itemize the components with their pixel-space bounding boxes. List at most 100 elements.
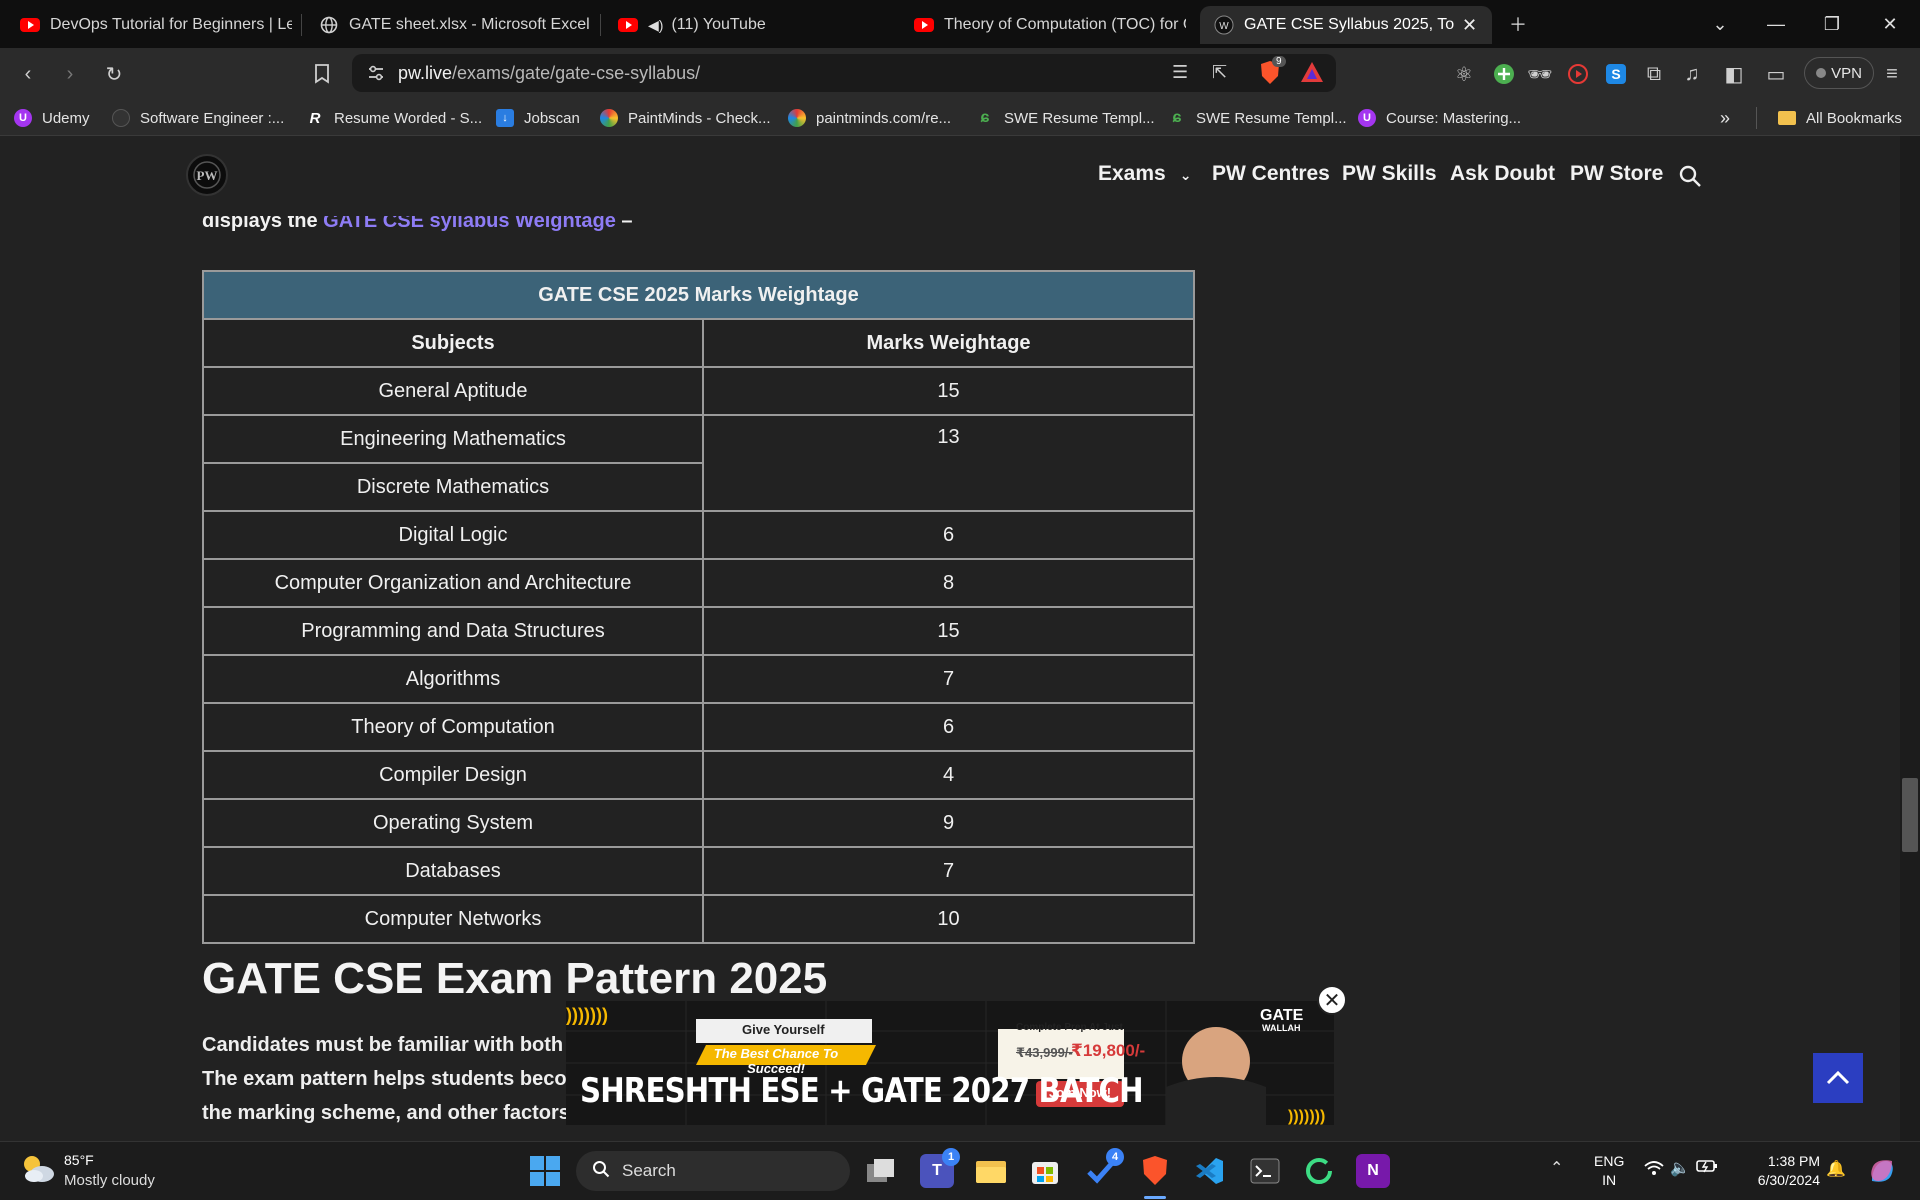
bookmark-software-engineer[interactable]: Software Engineer :... xyxy=(112,107,284,129)
share-icon[interactable]: ⇱ xyxy=(1212,62,1227,83)
vpn-button[interactable]: VPN xyxy=(1804,57,1874,89)
brave-shield-icon[interactable]: 9 xyxy=(1258,56,1286,91)
copilot-icon[interactable] xyxy=(1866,1155,1898,1192)
all-bookmarks-folder[interactable]: All Bookmarks xyxy=(1778,107,1902,129)
chevron-up-icon xyxy=(1826,1070,1850,1085)
ad-brand-sub: WALLAH xyxy=(1262,1023,1301,1033)
tab-title: (11) YouTube xyxy=(671,16,766,33)
music-icon[interactable]: ♫ xyxy=(1678,60,1706,88)
forward-icon[interactable]: › xyxy=(56,60,84,88)
table-row: Algorithms 7 xyxy=(202,654,1195,704)
udemy-icon: U xyxy=(14,109,32,127)
windows-start-icon[interactable] xyxy=(530,1156,560,1191)
notification-bell-icon[interactable]: 🔔 xyxy=(1826,1159,1846,1179)
close-window-button[interactable]: ✕ xyxy=(1870,6,1910,42)
tab-title: GATE sheet.xlsx - Microsoft Excel Onl xyxy=(349,16,591,33)
red-play-extension-icon[interactable] xyxy=(1564,60,1592,88)
vscode-icon[interactable] xyxy=(1192,1154,1226,1188)
nav-ask-doubt[interactable]: Ask Doubt xyxy=(1450,162,1555,186)
tab-search-chevron-icon[interactable]: ⌄ xyxy=(1700,6,1740,42)
restore-button[interactable]: ❐ xyxy=(1812,6,1852,42)
subject-cell: Databases xyxy=(202,846,704,896)
atom-extension-icon[interactable]: ⚛ xyxy=(1450,60,1478,88)
bookmark-udemy[interactable]: U Udemy xyxy=(14,107,90,129)
minimize-button[interactable]: — xyxy=(1756,6,1796,42)
nav-exams[interactable]: Exams ⌄ xyxy=(1098,162,1191,186)
nav-pw-skills[interactable]: PW Skills xyxy=(1342,162,1437,186)
subject-cell: Compiler Design xyxy=(202,750,704,800)
address-bar[interactable]: pw.live/exams/gate/gate-cse-syllabus/ ☰ … xyxy=(352,54,1336,92)
extensions-puzzle-icon[interactable]: ⧉ xyxy=(1640,60,1668,88)
show-hidden-icons-chevron[interactable]: ⌃ xyxy=(1550,1158,1563,1178)
paintminds-icon xyxy=(788,109,806,127)
tab-4-active[interactable]: W GATE CSE Syllabus 2025, Topic W ✕ xyxy=(1200,6,1492,44)
ad-banner[interactable]: ))))))) ))))))) Give Yourself The Best C… xyxy=(566,1001,1334,1125)
menu-icon[interactable]: ≡ xyxy=(1878,60,1906,88)
bookmark-icon[interactable] xyxy=(308,60,336,88)
table-row: Theory of Computation 6 xyxy=(202,702,1195,752)
bookmarks-bar: U Udemy Software Engineer :... R Resume Wo… xyxy=(0,100,1920,136)
close-tab-icon[interactable]: ✕ xyxy=(1462,15,1477,36)
tab-0[interactable]: DevOps Tutorial for Beginners | Lear xyxy=(6,6,306,44)
bookmark-resume-worded[interactable]: R Resume Worded - S... xyxy=(306,107,483,129)
s-extension-icon[interactable]: S xyxy=(1602,60,1630,88)
brave-rewards-icon[interactable] xyxy=(1300,61,1324,88)
pw-logo[interactable]: PW xyxy=(186,154,228,196)
microsoft-store-icon[interactable] xyxy=(1028,1154,1062,1188)
bookmark-jobscan[interactable]: ↓ Jobscan xyxy=(496,107,580,129)
join-now-button[interactable]: Join Now! xyxy=(1049,1085,1111,1100)
search-icon[interactable] xyxy=(1678,164,1702,193)
youtube-icon xyxy=(914,15,934,35)
bookmark-paintminds-re[interactable]: paintminds.com/re... xyxy=(788,107,951,129)
back-icon[interactable]: ‹ xyxy=(14,60,42,88)
tab-3[interactable]: Theory of Computation (TOC) for GA xyxy=(900,6,1200,44)
brave-browser-icon[interactable] xyxy=(1138,1154,1172,1199)
marks-cell: 8 xyxy=(702,558,1195,608)
sidebar-icon[interactable]: ◧ xyxy=(1720,60,1748,88)
bookmark-swe-resume-1[interactable]: ɕ SWE Resume Templ... xyxy=(976,107,1155,129)
terminal-icon[interactable] xyxy=(1248,1154,1282,1188)
language-indicator[interactable]: ENG IN xyxy=(1594,1152,1624,1190)
nav-pw-centres[interactable]: PW Centres xyxy=(1212,162,1330,186)
nav-pw-store[interactable]: PW Store xyxy=(1570,162,1663,186)
bookmark-swe-resume-2[interactable]: ɕ SWE Resume Templ... xyxy=(1168,107,1347,129)
green-plus-extension-icon[interactable] xyxy=(1490,60,1518,88)
table-row: Engineering Mathematics 13 xyxy=(202,414,1195,512)
volume-icon[interactable]: 🔈 xyxy=(1670,1158,1690,1178)
reload-icon[interactable]: ↻ xyxy=(100,60,128,88)
section-heading: GATE CSE Exam Pattern 2025 xyxy=(202,954,828,1003)
wifi-icon[interactable] xyxy=(1644,1160,1664,1181)
ad-prep-text: Complete Prep At Just xyxy=(1016,1022,1123,1033)
onenote-icon[interactable]: N xyxy=(1356,1154,1390,1188)
green-ring-app-icon[interactable] xyxy=(1302,1154,1336,1188)
system-clock[interactable]: 1:38 PM 6/30/2024 xyxy=(1742,1152,1820,1190)
tab-title: Theory of Computation (TOC) for GA xyxy=(944,16,1186,33)
task-view-icon[interactable] xyxy=(864,1154,898,1188)
ad-close-icon[interactable]: ✕ xyxy=(1317,985,1347,1015)
battery-icon[interactable] xyxy=(1696,1158,1718,1179)
bookmark-paintminds[interactable]: PaintMinds - Check... xyxy=(600,107,771,129)
file-explorer-icon[interactable] xyxy=(974,1154,1008,1188)
new-tab-button[interactable]: ＋ xyxy=(1498,6,1538,42)
tab-1[interactable]: GATE sheet.xlsx - Microsoft Excel Onl xyxy=(305,6,605,44)
tab-title: GATE CSE Syllabus 2025, Topic W xyxy=(1244,16,1454,33)
speaker-icon[interactable]: ◀) xyxy=(648,17,663,34)
url-text[interactable]: pw.live/exams/gate/gate-cse-syllabus/ xyxy=(398,63,700,84)
marks-cell: 6 xyxy=(702,702,1195,752)
todo-icon[interactable]: 4 xyxy=(1084,1148,1124,1188)
search-placeholder: Search xyxy=(622,1161,676,1180)
taskbar-search[interactable]: Search xyxy=(576,1151,850,1191)
bookmark-course-mastering[interactable]: U Course: Mastering... xyxy=(1358,107,1521,129)
more-bookmarks-chevron-icon[interactable]: » xyxy=(1720,107,1730,129)
scrollbar-thumb[interactable] xyxy=(1902,778,1918,852)
reader-mode-icon[interactable]: ☰ xyxy=(1172,62,1188,83)
back-to-top-button[interactable] xyxy=(1813,1053,1863,1103)
tab-2[interactable]: ◀) (11) YouTube xyxy=(604,6,894,44)
wallet-icon[interactable]: ▭ xyxy=(1762,60,1790,88)
spy-extension-icon[interactable]: 🕶 xyxy=(1526,60,1554,88)
site-settings-icon[interactable] xyxy=(366,63,386,88)
page-scrollbar[interactable] xyxy=(1900,136,1920,1141)
teams-icon[interactable]: T1 xyxy=(920,1148,960,1188)
weather-cloud-icon[interactable] xyxy=(20,1152,56,1191)
weather-temp: 85°F xyxy=(64,1152,94,1168)
